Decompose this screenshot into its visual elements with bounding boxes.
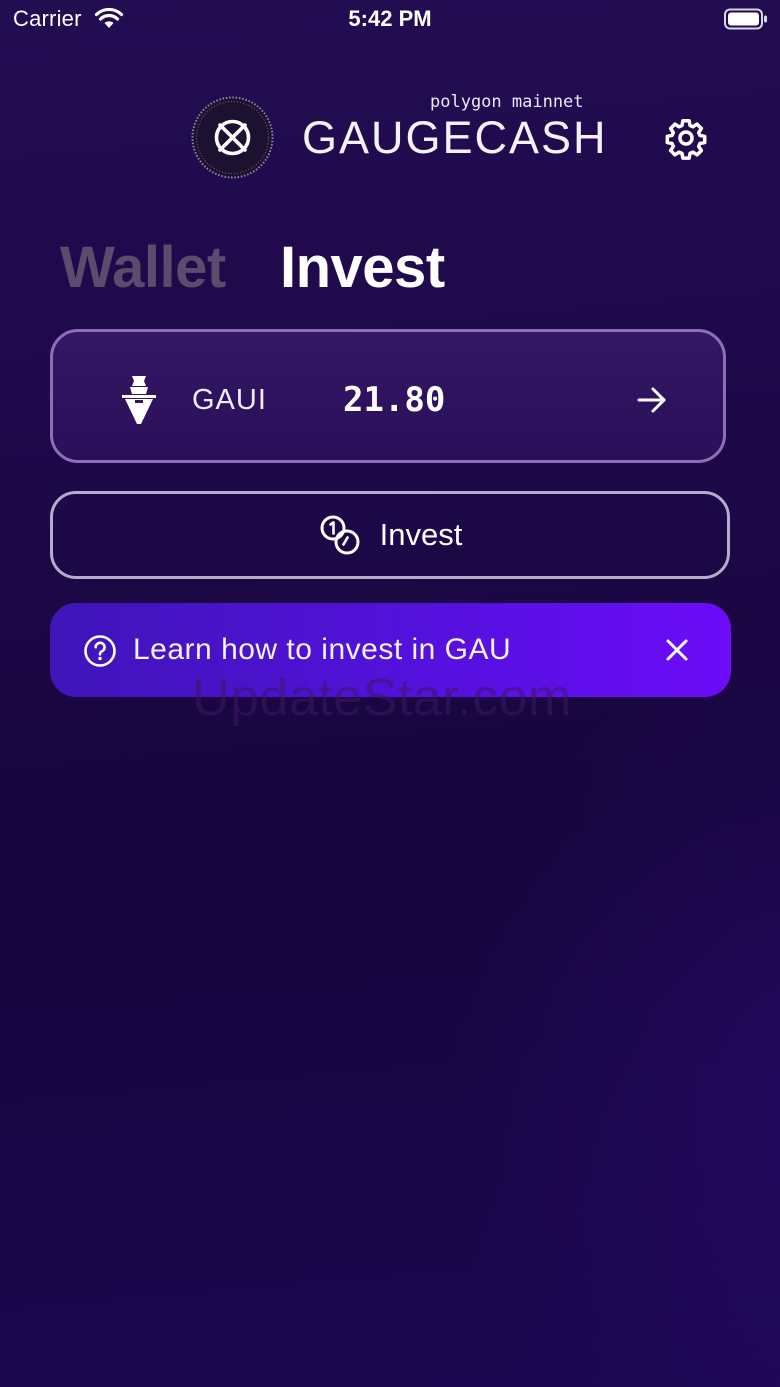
watermark-text: UpdateStar.com	[192, 669, 572, 727]
help-circle-icon	[84, 635, 116, 667]
arrow-right-icon[interactable]	[636, 385, 668, 415]
settings-button[interactable]	[660, 112, 712, 164]
gaui-token-icon	[122, 376, 156, 424]
invest-button[interactable]: Invest	[50, 491, 730, 579]
network-label: polygon mainnet	[430, 92, 584, 112]
close-icon[interactable]	[662, 635, 692, 665]
coins-icon	[320, 515, 360, 555]
token-balance: 21.80	[343, 380, 446, 420]
token-symbol: GAUI	[192, 384, 267, 416]
tab-wallet[interactable]: Wallet	[60, 234, 226, 301]
invest-button-label: Invest	[379, 517, 463, 552]
token-card[interactable]: GAUI 21.80	[50, 329, 726, 463]
learn-banner-text: Learn how to invest in GAU	[133, 633, 512, 666]
status-bar: Carrier 5:42 PM	[0, 0, 780, 40]
brand-name: GAUGECASH	[302, 112, 608, 163]
gear-icon	[665, 119, 707, 160]
gaugecash-logo-icon	[191, 96, 274, 179]
status-time: 5:42 PM	[348, 6, 432, 31]
battery-icon	[724, 8, 767, 30]
tab-invest[interactable]: Invest	[280, 234, 445, 301]
